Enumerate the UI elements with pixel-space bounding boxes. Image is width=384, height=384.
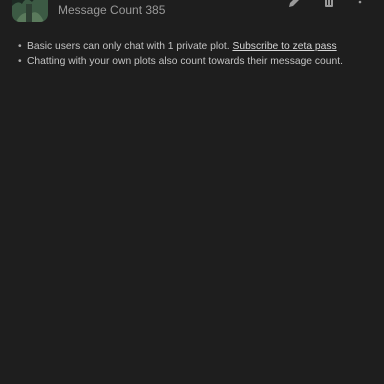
chat-screen: Message Count 385 Basic users can only c…	[0, 0, 384, 384]
more-button[interactable]	[351, 0, 369, 8]
delete-button[interactable]	[320, 0, 338, 8]
more-vertical-icon	[358, 0, 362, 4]
trash-icon	[325, 0, 333, 7]
notice-item-own-plots: Chatting with your own plots also count …	[18, 55, 378, 70]
notice-item-private-plot: Basic users can only chat with 1 private…	[18, 40, 378, 55]
avatar[interactable]	[12, 0, 48, 22]
pencil-icon	[289, 0, 299, 7]
message-count: Message Count 385	[58, 3, 166, 17]
edit-button[interactable]	[286, 0, 304, 8]
notice-text-own-plots: Chatting with your own plots also count …	[27, 55, 343, 67]
chat-header: Message Count 385	[0, 0, 384, 28]
notice-list: Basic users can only chat with 1 private…	[18, 40, 378, 69]
subscribe-zeta-pass-link[interactable]: Subscribe to zeta pass	[232, 41, 336, 52]
notice-text-private-plot: Basic users can only chat with 1 private…	[27, 41, 230, 52]
avatar-image	[12, 0, 48, 22]
